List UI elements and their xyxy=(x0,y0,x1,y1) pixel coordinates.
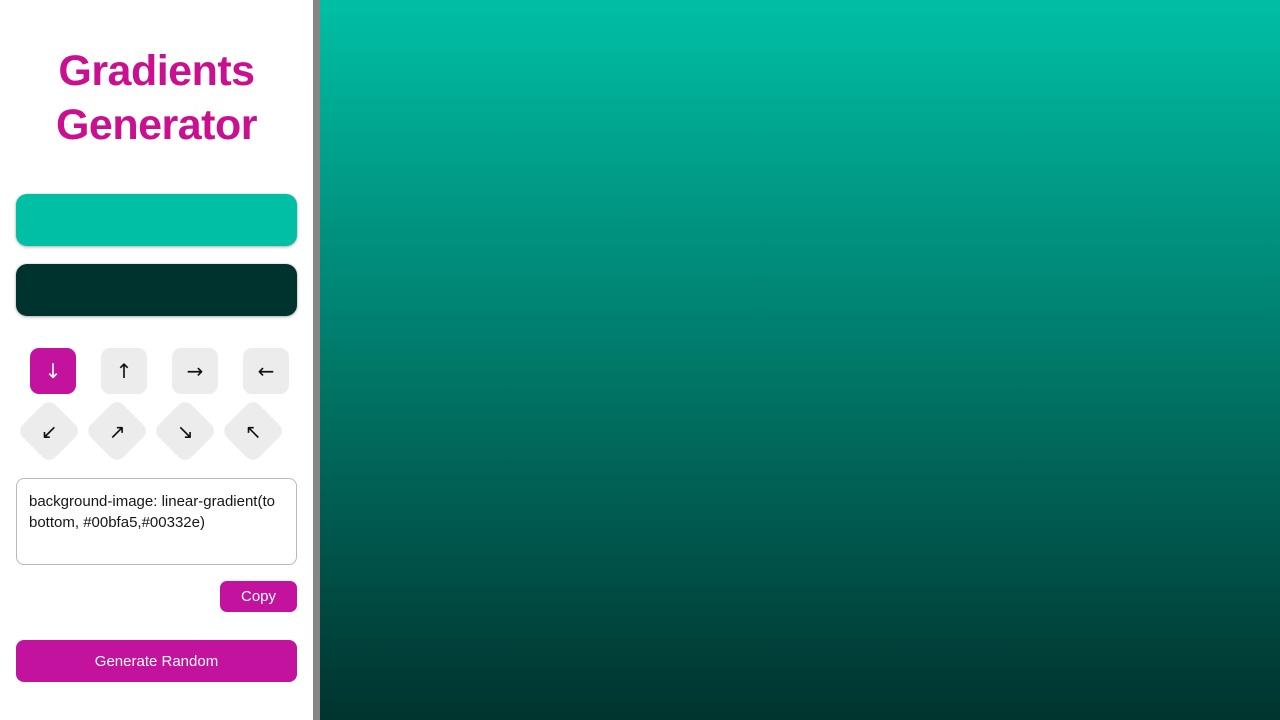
arrow-up-left-icon[interactable]: ↖ xyxy=(220,398,286,464)
color-pickers xyxy=(16,194,297,316)
arrow-up-right-icon-glyph: ↗ xyxy=(108,418,126,443)
arrow-up-left-icon-glyph: ↖ xyxy=(244,418,262,443)
control-panel-inner: Gradients Generator ↓ ↑ → ← ↙ ↗ ↘ ↖ background… xyxy=(0,0,313,682)
arrow-down-left-icon-glyph: ↙ xyxy=(40,418,58,443)
gradients-generator-app: Gradients Generator ↓ ↑ → ← ↙ ↗ ↘ ↖ background… xyxy=(0,0,1280,720)
arrow-left-icon[interactable]: ← xyxy=(243,348,289,394)
page-title-line-1: Gradients xyxy=(58,47,255,95)
color-start-swatch[interactable] xyxy=(16,194,297,246)
gradient-preview xyxy=(320,0,1280,720)
arrow-down-right-icon[interactable]: ↘ xyxy=(152,398,218,464)
arrow-up-icon-glyph: ↑ xyxy=(115,359,133,383)
generate-random-button[interactable]: Generate Random xyxy=(16,640,297,682)
direction-row-straight: ↓ ↑ → ← xyxy=(16,348,297,394)
arrow-right-icon-glyph: → xyxy=(186,359,204,383)
arrow-down-left-icon[interactable]: ↙ xyxy=(16,398,82,464)
arrow-right-icon[interactable]: → xyxy=(172,348,218,394)
arrow-up-icon[interactable]: ↑ xyxy=(101,348,147,394)
arrow-left-icon-glyph: ← xyxy=(257,359,275,383)
panel-scrollbar-thumb[interactable] xyxy=(313,0,320,720)
arrow-down-icon-glyph: ↓ xyxy=(44,359,62,383)
control-panel: Gradients Generator ↓ ↑ → ← ↙ ↗ ↘ ↖ background… xyxy=(0,0,320,720)
page-title: Gradients Generator xyxy=(16,0,297,152)
page-title-line-2: Generator xyxy=(55,101,258,149)
panel-scrollbar[interactable] xyxy=(313,0,320,720)
direction-selector: ↓ ↑ → ← ↙ ↗ ↘ ↖ xyxy=(16,348,297,464)
arrow-up-right-icon[interactable]: ↗ xyxy=(84,398,150,464)
css-output-textarea[interactable]: background-image: linear-gradient(to bot… xyxy=(16,478,297,565)
arrow-down-right-icon-glyph: ↘ xyxy=(176,418,194,443)
arrow-down-icon[interactable]: ↓ xyxy=(30,348,76,394)
color-end-swatch[interactable] xyxy=(16,264,297,316)
copy-button[interactable]: Copy xyxy=(220,581,297,612)
direction-row-diagonal: ↙ ↗ ↘ ↖ xyxy=(16,398,297,464)
copy-button-row: Copy xyxy=(16,581,297,612)
